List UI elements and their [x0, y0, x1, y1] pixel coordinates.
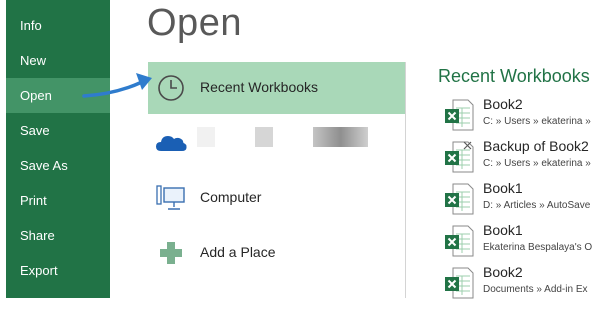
computer-icon — [156, 185, 185, 210]
recent-item-path: Ekaterina Bespalaya's O — [483, 242, 593, 253]
place-computer[interactable]: Computer — [148, 172, 406, 224]
place-label: Recent Workbooks — [200, 79, 319, 95]
recent-item-name: Book1 — [483, 180, 523, 196]
sidebar-item-info[interactable]: Info — [6, 8, 110, 43]
panel-divider — [405, 62, 406, 298]
recent-item-path: Documents » Add-in Ex — [483, 284, 588, 295]
place-recent-workbooks[interactable]: Recent Workbooks — [148, 62, 406, 114]
recent-item-path: C: » Users » ekaterina » — [483, 116, 591, 127]
recent-item[interactable]: Book2 C: » Users » ekaterina » — [444, 95, 600, 137]
recent-item[interactable]: Book1 Ekaterina Bespalaya's O — [444, 221, 600, 263]
obscured-account-name — [197, 127, 215, 147]
recent-item-path: C: » Users » ekaterina » — [483, 158, 591, 169]
sidebar-item-save-as[interactable]: Save As — [6, 148, 110, 183]
places-list: Recent Workbooks Computer Add a Place — [148, 62, 406, 298]
recent-item[interactable]: Book1 D: » Articles » AutoSave — [444, 179, 600, 221]
excel-file-icon — [445, 267, 474, 299]
place-add-a-place[interactable]: Add a Place — [148, 227, 406, 279]
sidebar-item-print[interactable]: Print — [6, 183, 110, 218]
excel-file-icon — [445, 225, 474, 257]
recent-item-path: D: » Articles » AutoSave — [483, 200, 591, 211]
recent-item-name: Book2 — [483, 264, 523, 280]
sidebar-item-save[interactable]: Save — [6, 113, 110, 148]
backstage-sidebar: Info New Open Save Save As Print Share E… — [6, 0, 110, 298]
recent-item[interactable]: Book2 Documents » Add-in Ex — [444, 263, 600, 305]
sidebar-item-share[interactable]: Share — [6, 218, 110, 253]
excel-file-icon — [445, 183, 474, 215]
obscured-account-name — [255, 127, 273, 147]
recent-item-name: Book1 — [483, 222, 523, 238]
recent-item[interactable]: Backup of Book2 C: » Users » ekaterina » — [444, 137, 600, 179]
recent-workbooks-header: Recent Workbooks — [438, 66, 590, 86]
excel-backup-file-icon — [445, 141, 474, 173]
page-title: Open — [147, 2, 242, 44]
place-label: Add a Place — [200, 244, 276, 260]
place-label: Computer — [200, 189, 262, 205]
onedrive-cloud-icon — [156, 136, 187, 151]
annotation-arrow-icon — [82, 73, 152, 98]
obscured-account-email — [313, 127, 368, 147]
recent-item-name: Book2 — [483, 96, 523, 112]
recent-item-name: Backup of Book2 — [483, 138, 589, 154]
sidebar-item-export[interactable]: Export — [6, 253, 110, 288]
excel-file-icon — [445, 99, 474, 131]
plus-icon — [160, 242, 182, 264]
